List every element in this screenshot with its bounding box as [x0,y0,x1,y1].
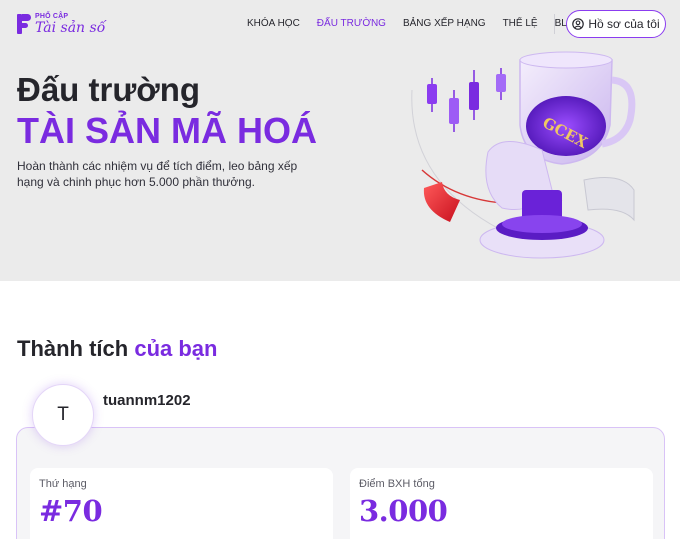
hero-section: PHỔ CẬP Tài sản số KHÓA HỌC ĐẤU TRƯỜNG B… [0,0,680,281]
total-points-label: Điểm BXH tổng [359,478,435,490]
my-profile-button[interactable]: Hồ sơ của tôi [566,10,666,38]
nav-item-arena[interactable]: ĐẤU TRƯỜNG [317,18,386,29]
hero-title-line1: Đấu trường [17,71,201,108]
nav-item-rules[interactable]: THỂ LỆ [503,18,538,29]
brand-name-bottom: Tài sản số [35,20,106,36]
hero-description: Hoàn thành các nhiệm vụ để tích điểm, le… [17,159,298,189]
total-points-card: Điểm BXH tổng 3.000 [350,468,653,539]
brand-logo[interactable]: PHỔ CẬP Tài sản số [17,13,105,35]
user-circle-icon [572,18,585,30]
hero-title-line2: TÀI SẢN MÃ HOÁ [17,110,317,151]
achievements-title-accent: của bạn [134,336,218,361]
avatar-initial: T [57,404,69,425]
rank-value: #70 [39,494,103,528]
username: tuannm1202 [103,392,191,409]
avatar[interactable]: T [32,384,94,446]
rank-card: Thứ hạng #70 [30,468,333,539]
nav-item-courses[interactable]: KHÓA HỌC [247,18,300,29]
brand-name-top: PHỔ CẬP [35,13,69,20]
achievements-title: Thành tích của bạn [17,336,217,362]
total-points-value: 3.000 [359,494,448,528]
nav-item-leaderboard[interactable]: BẢNG XẾP HẠNG [403,18,486,29]
brand-logo-icon [17,13,31,35]
achievements-title-plain: Thành tích [17,336,135,361]
trophy-illustration: GCEX [411,51,636,259]
my-profile-label: Hồ sơ của tôi [588,17,660,31]
main-nav: KHÓA HỌC ĐẤU TRƯỜNG BẢNG XẾP HẠNG THỂ LỆ… [247,18,599,29]
nav-divider [554,14,555,34]
rank-label: Thứ hạng [39,478,87,490]
candlestick-icons [427,68,506,132]
